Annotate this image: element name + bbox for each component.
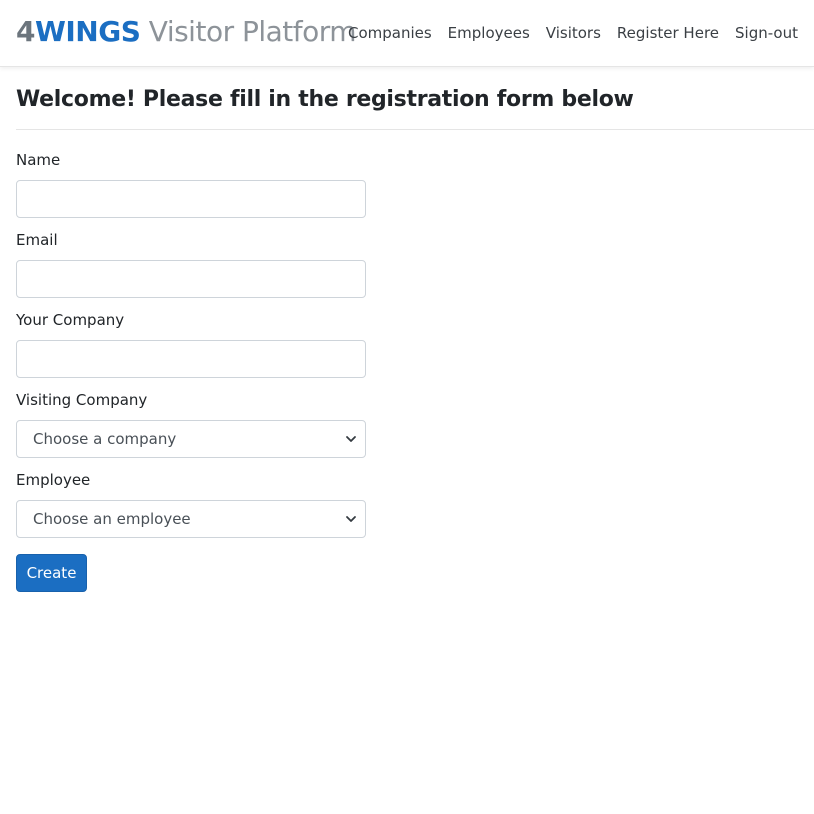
employee-select[interactable]: Choose an employee [16, 500, 366, 538]
brand-part-4: 4 [16, 15, 35, 48]
email-group: Email [16, 230, 366, 298]
title-divider [16, 129, 814, 130]
chevron-down-icon [346, 516, 356, 522]
visiting-company-select[interactable]: Choose a company [16, 420, 366, 458]
employee-selected-value: Choose an employee [33, 510, 191, 528]
create-button[interactable]: Create [16, 554, 87, 592]
nav-link-companies[interactable]: Companies [340, 22, 440, 44]
top-navbar: 4WINGS Visitor Platform Companies Employ… [0, 0, 814, 67]
chevron-down-icon [346, 436, 356, 442]
nav-link-employees[interactable]: Employees [440, 22, 538, 44]
your-company-input[interactable] [16, 340, 366, 378]
nav-link-sign-out[interactable]: Sign-out [727, 22, 798, 44]
nav-link-visitors[interactable]: Visitors [538, 22, 609, 44]
brand-part-wings: WINGS [34, 15, 141, 48]
visiting-company-selected-value: Choose a company [33, 430, 177, 448]
your-company-label: Your Company [16, 311, 125, 329]
name-label: Name [16, 151, 61, 169]
brand-part-visitor-platform: Visitor Platform [140, 15, 357, 48]
visiting-company-label: Visiting Company [16, 391, 148, 409]
nav-link-register-here[interactable]: Register Here [609, 22, 727, 44]
name-input[interactable] [16, 180, 366, 218]
email-label: Email [16, 231, 58, 249]
email-input[interactable] [16, 260, 366, 298]
name-group: Name [16, 150, 366, 218]
registration-form: Name Email Your Company Visiting Company… [16, 150, 366, 592]
brand-logo[interactable]: 4WINGS Visitor Platform [16, 14, 357, 50]
company-group: Your Company [16, 310, 366, 378]
main-content: Welcome! Please fill in the registration… [16, 67, 814, 592]
employee-label: Employee [16, 471, 91, 489]
employee-group: Employee Choose an employee [16, 470, 366, 538]
main-nav: Companies Employees Visitors Register He… [340, 22, 798, 44]
page-title: Welcome! Please fill in the registration… [16, 87, 634, 112]
visiting-company-group: Visiting Company Choose a company [16, 390, 366, 458]
